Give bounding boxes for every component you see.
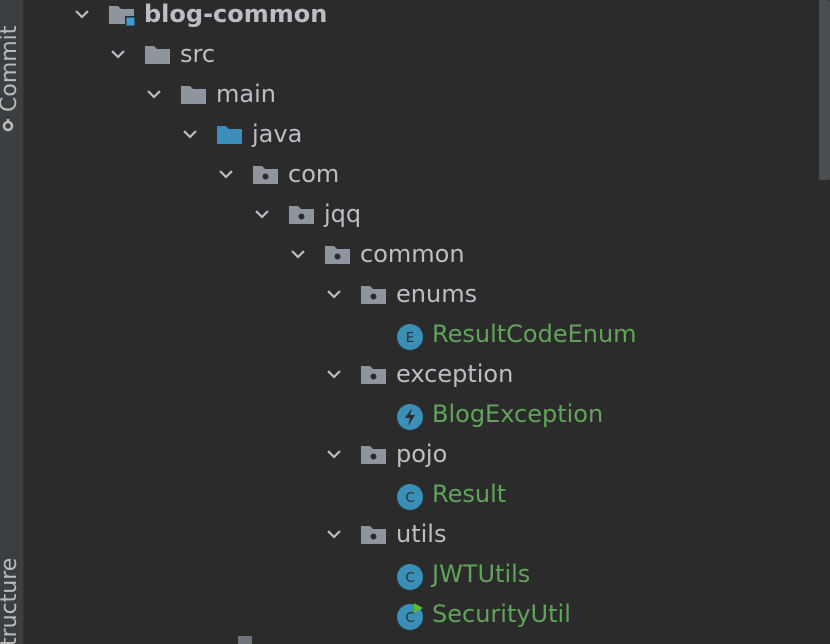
tree-row-exception[interactable]: exception bbox=[324, 354, 513, 394]
tree-item-label: java bbox=[252, 120, 303, 148]
tree-item-label: exception bbox=[396, 360, 514, 388]
enum-icon: E bbox=[396, 323, 424, 350]
class-icon: C bbox=[396, 483, 424, 510]
package-icon bbox=[252, 163, 280, 185]
tree-item-label: utils bbox=[396, 520, 447, 548]
module-folder-icon bbox=[108, 3, 136, 26]
svg-text:E: E bbox=[406, 331, 414, 346]
source-root-folder-icon bbox=[216, 123, 244, 145]
chevron-down-icon[interactable] bbox=[216, 164, 236, 184]
chevron-down-icon[interactable] bbox=[324, 364, 344, 384]
tree-row-com[interactable]: com bbox=[216, 154, 339, 194]
tree-item-label: Result bbox=[432, 480, 507, 508]
svg-text:C: C bbox=[405, 571, 414, 586]
class-icon: C bbox=[396, 563, 424, 590]
chevron-down-icon[interactable] bbox=[144, 84, 164, 104]
package-icon bbox=[360, 363, 388, 385]
tree-row-enums[interactable]: enums bbox=[324, 274, 477, 314]
package-icon bbox=[360, 523, 388, 545]
tree-row-blogexception[interactable]: BlogException bbox=[396, 394, 603, 434]
chevron-down-icon[interactable] bbox=[252, 204, 272, 224]
tree-row-blog-common[interactable]: blog-common bbox=[72, 0, 327, 34]
svg-text:C: C bbox=[405, 611, 414, 626]
svg-text:C: C bbox=[405, 491, 414, 506]
commit-icon[interactable] bbox=[1, 119, 15, 133]
tree-item-label: common bbox=[360, 240, 465, 268]
chevron-down-icon[interactable] bbox=[108, 44, 128, 64]
package-icon bbox=[360, 443, 388, 465]
runnable-class-icon: C bbox=[396, 603, 424, 630]
tree-row-resultcodeenum[interactable]: E ResultCodeEnum bbox=[396, 314, 637, 354]
tree-row-utils[interactable]: utils bbox=[324, 514, 446, 554]
project-tool-window: Commit Structure blog-common bbox=[0, 0, 830, 644]
tree-item-label: enums bbox=[396, 280, 478, 308]
structure-tab[interactable]: Structure bbox=[0, 558, 22, 644]
next-row-folder-icon bbox=[238, 636, 252, 644]
chevron-down-icon[interactable] bbox=[324, 444, 344, 464]
package-icon bbox=[360, 283, 388, 305]
package-icon bbox=[324, 243, 352, 265]
tree-item-label: SecurityUtil bbox=[432, 600, 571, 628]
tree-row-securityutil[interactable]: C SecurityUtil bbox=[396, 594, 571, 634]
tree-row-common[interactable]: common bbox=[288, 234, 465, 274]
package-icon bbox=[288, 203, 316, 225]
folder-icon bbox=[144, 43, 172, 65]
exception-class-icon bbox=[396, 403, 424, 430]
chevron-down-icon[interactable] bbox=[72, 4, 92, 24]
tree-item-label: jqq bbox=[324, 200, 362, 228]
tree-row-jwtutils[interactable]: C JWTUtils bbox=[396, 554, 530, 594]
chevron-down-icon[interactable] bbox=[324, 524, 344, 544]
tree-row-java[interactable]: java bbox=[180, 114, 302, 154]
chevron-down-icon[interactable] bbox=[324, 284, 344, 304]
tree-item-label: main bbox=[216, 80, 276, 108]
chevron-down-icon[interactable] bbox=[288, 244, 308, 264]
tree-row-result[interactable]: C Result bbox=[396, 474, 506, 514]
tree-item-label: ResultCodeEnum bbox=[432, 320, 637, 348]
tree-row-src[interactable]: src bbox=[108, 34, 215, 74]
tree-item-label: pojo bbox=[396, 440, 448, 468]
tree-item-label: blog-common bbox=[144, 0, 328, 28]
tree-item-label: com bbox=[288, 160, 340, 188]
project-tree: blog-common src main java com jqq common… bbox=[24, 0, 818, 644]
tree-row-pojo[interactable]: pojo bbox=[324, 434, 447, 474]
commit-tab[interactable]: Commit bbox=[0, 26, 22, 112]
tree-item-label: BlogException bbox=[432, 400, 604, 428]
chevron-down-icon[interactable] bbox=[180, 124, 200, 144]
vertical-scrollbar[interactable] bbox=[818, 0, 830, 644]
left-tool-strip: Commit Structure bbox=[0, 0, 24, 644]
folder-icon bbox=[180, 83, 208, 105]
scrollbar-thumb[interactable] bbox=[819, 0, 830, 180]
tree-row-main[interactable]: main bbox=[144, 74, 276, 114]
tree-row-jqq[interactable]: jqq bbox=[252, 194, 361, 234]
tree-item-label: src bbox=[180, 40, 216, 68]
tree-item-label: JWTUtils bbox=[432, 560, 531, 588]
